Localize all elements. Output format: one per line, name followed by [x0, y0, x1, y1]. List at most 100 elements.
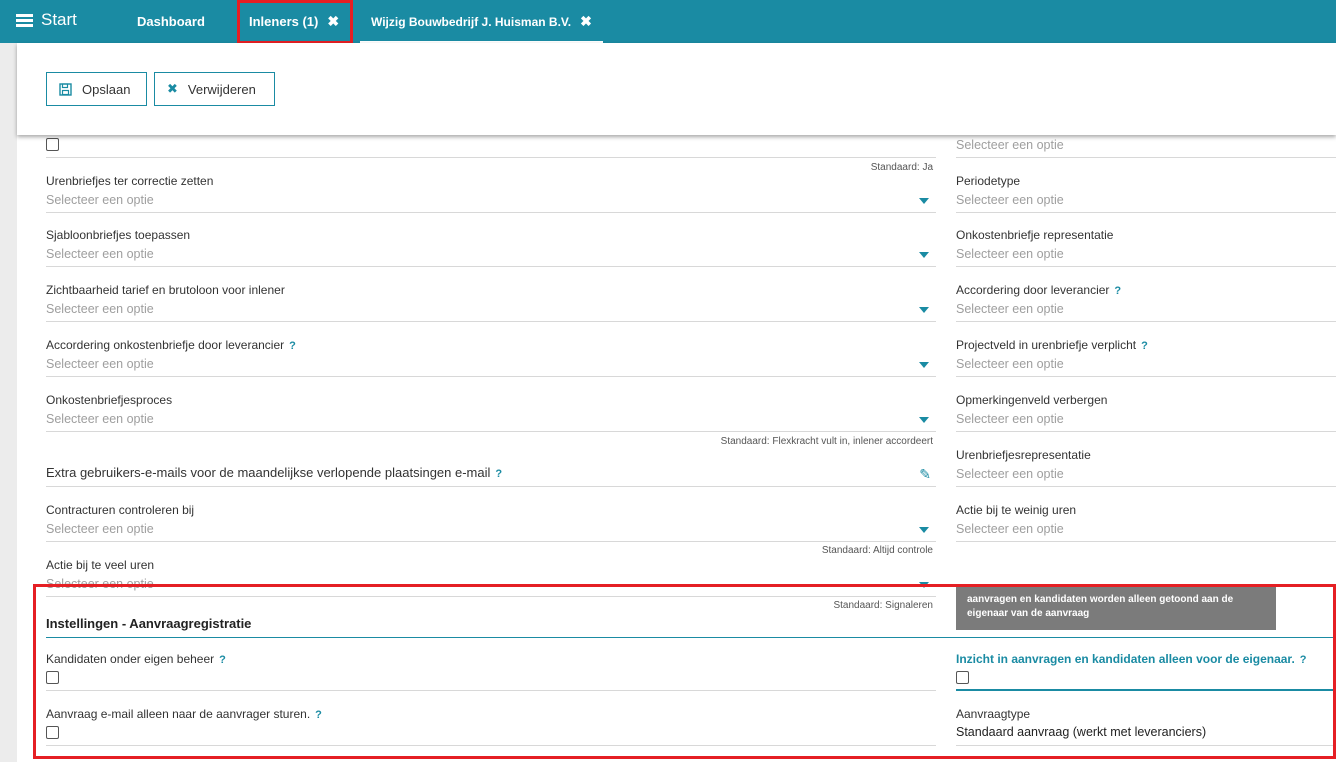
field-label: Urenbriefjes ter correctie zetten	[46, 174, 214, 188]
tab-dashboard-label: Dashboard	[137, 14, 205, 29]
select-actie-te-weinig-uren[interactable]: Actie bij te weinig uren Selecteer een o…	[956, 502, 1336, 542]
delete-button[interactable]: ✖ Verwijderen	[154, 72, 275, 106]
select-urenbriefjes-correctie[interactable]: Urenbriefjes ter correctie zetten Select…	[46, 173, 936, 213]
select-accordering-onkostenbriefje[interactable]: Accordering onkostenbriefje door leveran…	[46, 337, 936, 377]
help-icon[interactable]: ?	[1114, 285, 1121, 297]
save-button[interactable]: Opslaan	[46, 72, 147, 106]
field-label: Sjabloonbriefjes toepassen	[46, 228, 191, 242]
select-placeholder: Selecteer een optie	[956, 467, 1064, 481]
aanvraagtype-value: Standaard aanvraag (werkt met leverancie…	[956, 725, 1207, 739]
tab-dashboard[interactable]: Dashboard	[137, 0, 205, 43]
select-projectveld-verplicht[interactable]: Projectveld in urenbriefje verplicht? Se…	[956, 337, 1336, 377]
select-placeholder: Selecteer een optie	[46, 357, 154, 371]
help-icon[interactable]: ?	[495, 468, 502, 480]
section-title: Instellingen - Aanvraagregistratie	[46, 616, 252, 631]
partial-checkbox[interactable]	[46, 138, 59, 151]
section-divider	[46, 637, 1336, 638]
select-contracturen-controleren[interactable]: Contracturen controleren bij Selecteer e…	[46, 502, 936, 542]
dropdown-arrow-icon	[919, 417, 929, 423]
inzicht-eigenaar-field: Inzicht in aanvragen en kandidaten allee…	[956, 652, 1336, 691]
kandidaten-eigen-beheer-field: Kandidaten onder eigen beheer?	[46, 652, 936, 691]
action-toolbar: Opslaan ✖ Verwijderen	[17, 43, 1336, 135]
select-placeholder: Selecteer een optie	[956, 302, 1064, 316]
select-placeholder: Selecteer een optie	[46, 302, 154, 316]
field-label: Onkostenbriefjesproces	[46, 393, 173, 407]
select-urenbriefjesrepresentatie[interactable]: Urenbriefjesrepresentatie Selecteer een …	[956, 447, 1336, 487]
field-label: Kandidaten onder eigen beheer?	[46, 652, 226, 666]
select-accordering-door-leverancier[interactable]: Accordering door leverancier? Selecteer …	[956, 282, 1336, 322]
field-label: Accordering door leverancier?	[956, 283, 1122, 297]
field-label: Actie bij te veel uren	[46, 558, 155, 572]
select-zichtbaarheid-tarief[interactable]: Zichtbaarheid tarief en brutoloon voor i…	[46, 282, 936, 322]
select-placeholder: Selecteer een optie	[956, 247, 1064, 261]
field-label: Accordering onkostenbriefje door leveran…	[46, 338, 296, 352]
top-navigation-bar: Start Dashboard Inleners (1) ✖ Wijzig Bo…	[0, 0, 1336, 44]
hint-onkostenbriefjesproces: Standaard: Flexkracht vult in, inlener a…	[720, 436, 933, 447]
select-placeholder: Selecteer een optie	[956, 357, 1064, 371]
select-placeholder: Selecteer een optie	[46, 522, 154, 536]
select-placeholder: Selecteer een optie	[956, 412, 1064, 426]
hamburger-menu-icon	[16, 12, 33, 29]
select-placeholder: Selecteer een optie	[46, 577, 154, 591]
select-onkostenbriefjesproces[interactable]: Onkostenbriefjesproces Selecteer een opt…	[46, 392, 936, 432]
form-content: Standaard: Ja Selecteer een optie Urenbr…	[17, 135, 1336, 762]
field-label: Onkostenbriefje representatie	[956, 228, 1114, 242]
field-label: Actie bij te weinig uren	[956, 503, 1077, 517]
cross-icon: ✖	[167, 81, 178, 96]
field-label: Contracturen controleren bij	[46, 503, 195, 517]
select-aanvraagtype[interactable]: Aanvraagtype Standaard aanvraag (werkt m…	[956, 707, 1336, 746]
dropdown-arrow-icon	[919, 252, 929, 258]
highlight-box-tab	[237, 0, 353, 44]
partial-checkbox-row	[46, 135, 936, 158]
help-icon[interactable]: ?	[315, 709, 322, 721]
close-tab-wijzig-icon[interactable]: ✖	[580, 13, 592, 30]
dropdown-arrow-icon	[919, 527, 929, 533]
hint-contracturen: Standaard: Altijd controle	[821, 545, 933, 556]
aanvraag-email-checkbox[interactable]	[46, 726, 59, 739]
partial-select-right[interactable]: Selecteer een optie	[956, 135, 1336, 158]
select-opmerkingenveld-verbergen[interactable]: Opmerkingenveld verbergen Selecteer een …	[956, 392, 1336, 432]
field-label: Urenbriefjesrepresentatie	[956, 448, 1091, 462]
field-label: Extra gebruikers-e-mails voor de maandel…	[46, 465, 503, 480]
start-label: Start	[41, 10, 77, 29]
tab-wijzig-label: Wijzig Bouwbedrijf J. Huisman B.V.	[371, 14, 572, 29]
hint-actie-te-veel-uren: Standaard: Signaleren	[833, 600, 933, 611]
help-icon[interactable]: ?	[1141, 340, 1148, 352]
field-label: Opmerkingenveld verbergen	[956, 393, 1108, 407]
dropdown-arrow-icon	[919, 362, 929, 368]
select-onkostenbriefje-representatie[interactable]: Onkostenbriefje representatie Selecteer …	[956, 227, 1336, 267]
tooltip: aanvragen en kandidaten worden alleen ge…	[956, 586, 1276, 630]
select-placeholder: Selecteer een optie	[46, 247, 154, 261]
select-placeholder: Selecteer een optie	[46, 412, 154, 426]
aanvraag-email-field: Aanvraag e-mail alleen naar de aanvrager…	[46, 707, 936, 746]
dropdown-arrow-icon	[919, 582, 929, 588]
help-icon[interactable]: ?	[219, 654, 226, 666]
floppy-disk-icon	[59, 82, 72, 96]
help-icon[interactable]: ?	[289, 340, 296, 352]
select-sjabloonbriefjes[interactable]: Sjabloonbriefjes toepassen Selecteer een…	[46, 227, 936, 267]
dropdown-arrow-icon	[919, 307, 929, 313]
tab-wijzig-bouwbedrijf[interactable]: Wijzig Bouwbedrijf J. Huisman B.V. ✖	[360, 0, 603, 43]
select-placeholder: Selecteer een optie	[956, 522, 1064, 536]
left-gutter	[0, 43, 17, 762]
field-label: Periodetype	[956, 174, 1021, 188]
field-label: Aanvraag e-mail alleen naar de aanvrager…	[46, 707, 322, 721]
select-periodetype[interactable]: Periodetype Selecteer een optie	[956, 173, 1336, 213]
field-label: Aanvraagtype	[956, 707, 1031, 721]
help-icon[interactable]: ?	[1300, 654, 1307, 666]
field-label: Zichtbaarheid tarief en brutoloon voor i…	[46, 283, 285, 297]
select-placeholder: Selecteer een optie	[956, 193, 1064, 207]
hint-standaard-ja: Standaard: Ja	[870, 162, 933, 173]
kandidaten-eigen-beheer-checkbox[interactable]	[46, 671, 59, 684]
delete-button-label: Verwijderen	[187, 81, 256, 97]
select-placeholder: Selecteer een optie	[956, 138, 1064, 152]
save-button-label: Opslaan	[82, 81, 131, 97]
field-label: Inzicht in aanvragen en kandidaten allee…	[956, 652, 1307, 666]
select-actie-te-veel-uren[interactable]: Actie bij te veel uren Selecteer een opt…	[46, 557, 936, 597]
pencil-edit-icon[interactable]: ✎	[919, 466, 931, 483]
dropdown-arrow-icon	[919, 198, 929, 204]
start-menu-button[interactable]: Start	[16, 10, 77, 30]
field-label: Projectveld in urenbriefje verplicht?	[956, 338, 1148, 352]
extra-emails-field[interactable]: Extra gebruikers-e-mails voor de maandel…	[46, 462, 936, 487]
inzicht-eigenaar-checkbox[interactable]	[956, 671, 969, 684]
